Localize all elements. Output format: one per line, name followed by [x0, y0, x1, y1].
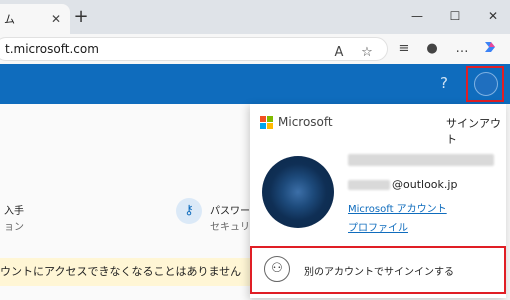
- new-tab-icon[interactable]: +: [72, 8, 90, 27]
- password-title[interactable]: パスワー: [210, 202, 250, 217]
- maximize-icon[interactable]: ☐: [444, 6, 466, 26]
- favorite-star-icon[interactable]: ☆: [357, 43, 377, 63]
- item-title: 入手: [4, 206, 24, 217]
- notice-banner: ウントにアクセスできなくなることはありません: [0, 258, 250, 286]
- close-window-icon[interactable]: ✕: [482, 6, 504, 26]
- redacted-name: [348, 154, 494, 166]
- url-text: t.microsoft.com: [5, 42, 99, 56]
- redacted-email-prefix: [348, 180, 390, 190]
- add-person-icon: ⚇: [264, 256, 290, 282]
- profile-icon[interactable]: ●: [422, 39, 442, 59]
- email-domain: @outlook.jp: [392, 178, 458, 191]
- item-subtitle: ョン: [4, 222, 24, 233]
- minimize-icon[interactable]: —: [406, 6, 428, 26]
- avatar: [474, 72, 498, 96]
- brand-label: Microsoft: [278, 115, 333, 129]
- help-icon[interactable]: ?: [440, 73, 454, 93]
- address-bar[interactable]: t.microsoft.com A ☆: [0, 37, 388, 61]
- tab-close-icon[interactable]: ✕: [48, 11, 64, 27]
- favorites-icon[interactable]: ≡: [394, 39, 414, 59]
- password-subtitle: セキュリ: [210, 222, 250, 233]
- microsoft-logo-icon: [260, 116, 274, 130]
- site-header: ?: [0, 64, 510, 104]
- account-link[interactable]: Microsoft アカウント: [348, 200, 447, 215]
- sign-in-other-account-label: 別のアカウントでサインインする: [304, 267, 454, 278]
- sign-in-other-account-button[interactable]: ⚇ 別のアカウントでサインインする: [250, 246, 506, 294]
- copilot-icon[interactable]: [480, 39, 500, 59]
- browser-tab[interactable]: ム ✕: [0, 4, 70, 34]
- profile-avatar: [262, 156, 334, 228]
- tab-title: ム: [4, 13, 15, 26]
- profile-link[interactable]: プロファイル: [348, 219, 408, 234]
- account-avatar-button[interactable]: [466, 66, 504, 102]
- tab-strip: ム ✕ + — ☐ ✕: [0, 0, 510, 34]
- more-icon[interactable]: …: [452, 39, 472, 59]
- read-aloud-icon[interactable]: A: [329, 43, 349, 63]
- key-icon: ⚷: [176, 198, 202, 224]
- address-bar-row: t.microsoft.com A ☆ ≡ ● …: [0, 34, 510, 64]
- sign-out-link[interactable]: サインアウト: [446, 115, 506, 147]
